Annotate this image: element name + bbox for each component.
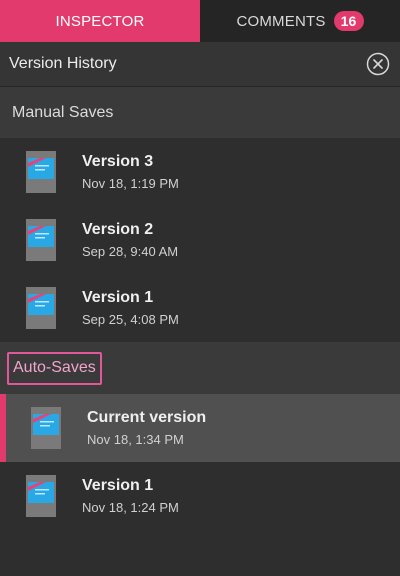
version-text: Version 1 Nov 18, 1:24 PM — [82, 476, 179, 516]
auto-saves-title[interactable]: Auto-Saves — [7, 351, 102, 385]
document-thumbnail-icon — [26, 151, 56, 193]
auto-saves-list: Current version Nov 18, 1:34 PM Version 1 N… — [0, 394, 400, 530]
close-button[interactable] — [366, 52, 390, 76]
version-text: Version 3 Nov 18, 1:19 PM — [82, 152, 179, 192]
version-text: Version 2 Sep 28, 9:40 AM — [82, 220, 178, 260]
version-date: Sep 28, 9:40 AM — [82, 244, 179, 259]
document-thumbnail-icon — [26, 475, 56, 517]
version-name: Version 3 — [82, 153, 154, 170]
version-date: Nov 18, 1:34 PM — [87, 432, 184, 447]
version-name: Version 1 — [82, 289, 154, 306]
document-thumbnail-icon — [26, 219, 56, 261]
manual-version-item[interactable]: Version 3 Nov 18, 1:19 PM — [0, 138, 400, 206]
tab-comments[interactable]: COMMENTS 16 — [200, 0, 400, 42]
version-name: Version 1 — [82, 477, 154, 494]
manual-saves-header: Manual Saves — [0, 87, 400, 138]
page-title: Version History — [9, 55, 117, 72]
version-date: Nov 18, 1:19 PM — [82, 176, 179, 191]
auto-saves-header: Auto-Saves — [0, 342, 400, 394]
document-thumbnail-icon — [31, 407, 61, 449]
tab-comments-label: COMMENTS — [236, 12, 326, 30]
manual-saves-title: Manual Saves — [12, 103, 114, 121]
version-text: Current version Nov 18, 1:34 PM — [87, 408, 206, 448]
version-name: Version 2 — [82, 221, 154, 238]
version-date: Nov 18, 1:24 PM — [82, 500, 179, 515]
auto-version-item[interactable]: Version 1 Nov 18, 1:24 PM — [0, 462, 400, 530]
tab-inspector[interactable]: INSPECTOR — [0, 0, 200, 42]
auto-version-item[interactable]: Current version Nov 18, 1:34 PM — [0, 394, 400, 462]
tab-bar: INSPECTOR COMMENTS 16 — [0, 0, 400, 42]
version-history-panel: INSPECTOR COMMENTS 16 Version History Ma… — [0, 0, 400, 576]
close-circle-icon — [366, 52, 390, 76]
document-thumbnail-icon — [26, 287, 56, 329]
version-name: Current version — [87, 409, 207, 426]
version-text: Version 1 Sep 25, 4:08 PM — [82, 288, 179, 328]
manual-version-item[interactable]: Version 1 Sep 25, 4:08 PM — [0, 274, 400, 342]
manual-saves-list: Version 3 Nov 18, 1:19 PM Version 2 Sep 28,… — [0, 138, 400, 342]
manual-version-item[interactable]: Version 2 Sep 28, 9:40 AM — [0, 206, 400, 274]
tab-inspector-label: INSPECTOR — [55, 12, 145, 30]
version-date: Sep 25, 4:08 PM — [82, 312, 179, 327]
version-history-header: Version History — [0, 42, 400, 87]
comments-count-badge: 16 — [333, 11, 364, 31]
